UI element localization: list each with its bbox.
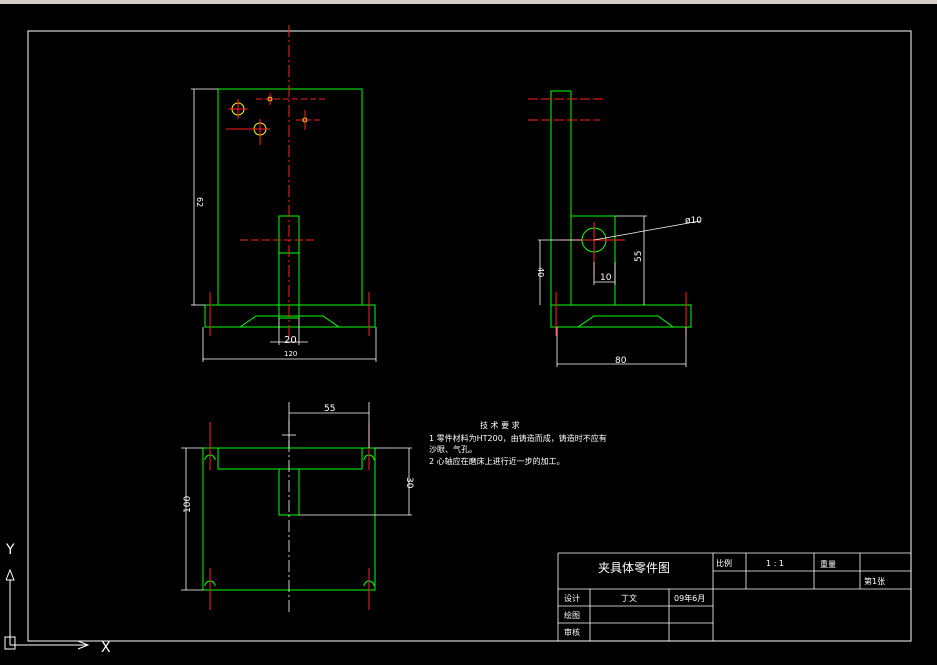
ucs-y-label: Y — [5, 542, 15, 558]
top-centerlines — [209, 422, 370, 610]
dim-front-width: 120 — [284, 350, 297, 358]
designer-name: 丁文 — [621, 593, 637, 603]
dim-side-55: 55 — [634, 251, 644, 262]
front-centerlines — [209, 25, 370, 340]
weight-label: 重量 — [820, 559, 836, 569]
front-dims — [191, 88, 377, 362]
design-label: 设计 — [564, 593, 580, 603]
drawing-canvas[interactable]: 62 120 20 ø10 55 40 10 80 55 30 100 技 术 … — [0, 0, 937, 665]
title-block: 夹具体零件图 比例 1 : 1 重量 第1张 设计 丁文 09年6月 绘图 审核 — [557, 552, 911, 641]
tech-req-line2: 沙眼、气孔。 — [429, 444, 477, 454]
dim-side-10: 10 — [600, 273, 612, 283]
scale-value: 1 : 1 — [766, 559, 784, 568]
front-view: 62 120 20 — [191, 25, 377, 362]
dim-front-slot: 20 — [284, 335, 297, 346]
dim-side-80: 80 — [615, 356, 627, 366]
dim-top-55: 55 — [324, 404, 335, 414]
title-block-title: 夹具体零件图 — [598, 561, 670, 575]
tech-req-line1: 1 零件材料为HT200，由铸造而成，铸造时不应有 — [429, 433, 607, 443]
side-view: ø10 55 40 10 80 — [528, 90, 702, 367]
tech-req-title: 技 术 要 求 — [480, 420, 520, 430]
top-centerline-main — [282, 420, 296, 615]
side-dims — [538, 215, 701, 367]
dim-side-40: 40 — [536, 267, 545, 277]
ucs-icon — [4, 568, 90, 650]
dim-side-hole: ø10 — [685, 216, 702, 226]
ucs-x-label: X — [101, 640, 111, 656]
side-outline — [550, 90, 692, 328]
design-date: 09年6月 — [674, 593, 705, 603]
dim-front-height: 62 — [195, 197, 204, 207]
top-dims — [181, 402, 412, 591]
scale-label: 比例 — [716, 558, 732, 568]
front-outline — [204, 88, 376, 328]
dim-top-30: 30 — [404, 477, 414, 489]
sheet-border — [27, 30, 912, 642]
dim-top-100: 100 — [183, 496, 193, 513]
top-view: 55 30 100 — [181, 402, 414, 615]
sheet-number: 第1张 — [864, 576, 885, 586]
review-label: 审核 — [564, 627, 580, 637]
side-centerlines — [528, 98, 687, 336]
tech-req-line3: 2 心轴应在磨床上进行近一步的加工。 — [429, 456, 565, 466]
tech-requirements: 技 术 要 求 1 零件材料为HT200，由铸造而成，铸造时不应有 沙眼、气孔。… — [429, 420, 607, 466]
draw-label: 绘图 — [564, 610, 580, 620]
